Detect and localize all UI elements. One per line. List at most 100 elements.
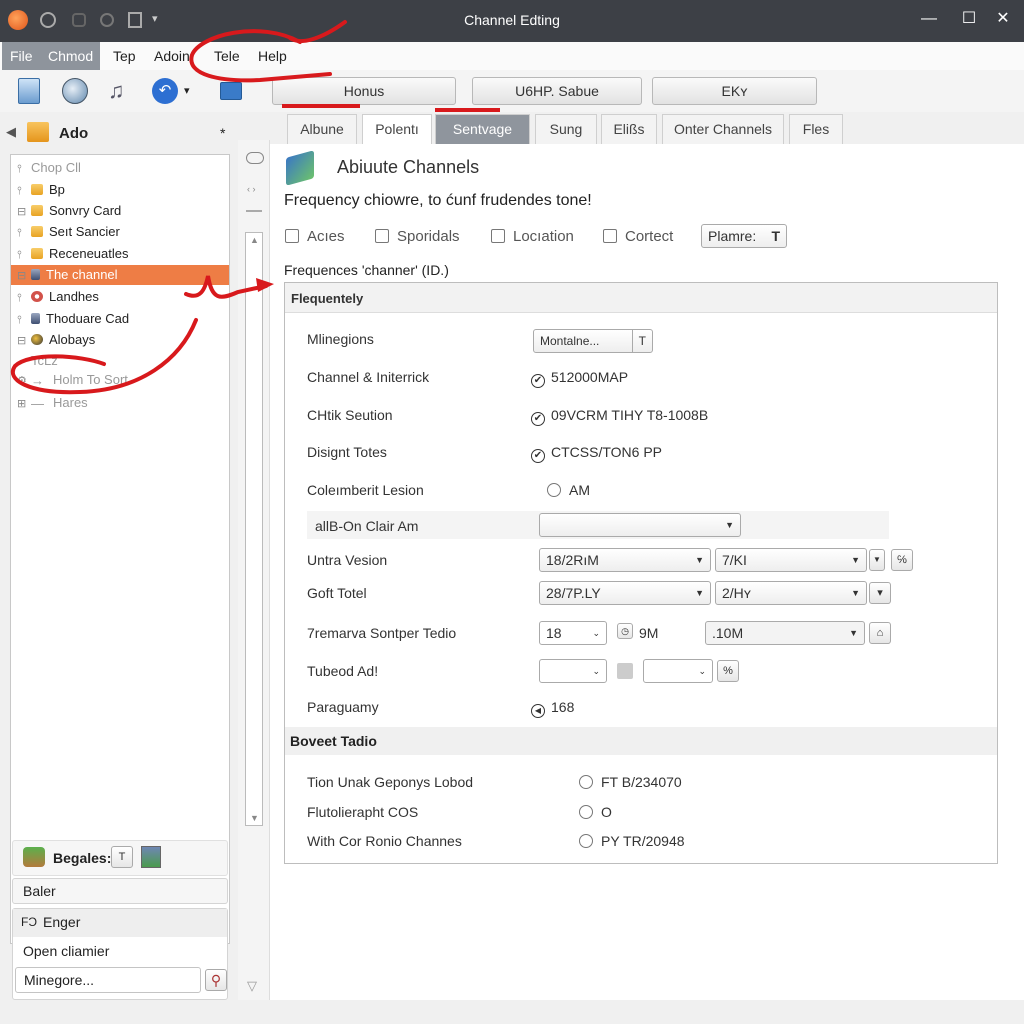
expander-icon[interactable]: ⫯ — [17, 181, 31, 201]
remarva-10m-select[interactable]: .10M ▼ — [705, 621, 865, 645]
honus-button[interactable]: Honus — [272, 77, 456, 105]
expander-icon[interactable]: ⊟ — [17, 331, 31, 351]
tubeod-select-2[interactable]: ⌄ — [643, 659, 713, 683]
untra-vesion-select-2[interactable]: 7/KI ▼ — [715, 548, 867, 572]
back-arrow-icon[interactable]: ↶ — [152, 78, 178, 104]
vertical-scrollbar[interactable]: ▲ ▼ — [245, 232, 263, 826]
checkbox[interactable] — [603, 229, 617, 243]
radio-icon[interactable] — [579, 775, 593, 789]
untra-percent-button[interactable]: ℅ — [891, 549, 913, 571]
menu-tele[interactable]: Tele — [206, 42, 248, 70]
sabue-button[interactable]: U6HP. Sabue — [472, 77, 642, 105]
tree-item[interactable]: ⚙ → Holm To Sort — [11, 370, 229, 390]
filter-cortect[interactable]: Cortect — [603, 228, 673, 245]
tab-polenti[interactable]: Polentı — [362, 114, 432, 144]
boveet-radio-3[interactable]: PY TR/20948 — [579, 833, 685, 849]
tab-sung[interactable]: Sung — [535, 114, 597, 144]
text-format-button[interactable]: T — [111, 846, 133, 868]
checkbox[interactable] — [285, 229, 299, 243]
tubeod-percent-button[interactable]: % — [717, 660, 739, 682]
expander-icon[interactable]: ⫯ — [17, 223, 31, 243]
boveet-radio-2[interactable]: O — [579, 804, 612, 820]
chtik-seution-value[interactable]: ✔ 09VCRM TIHY T8-1008B — [531, 407, 708, 426]
menu-help[interactable]: Help — [250, 42, 295, 70]
minegore-input[interactable]: Minegore... — [15, 967, 201, 993]
channel-interrick-value[interactable]: ✔ 512000MAP — [531, 369, 628, 388]
tab-sentvage[interactable]: Sentvage — [435, 114, 530, 144]
tab-eliss[interactable]: Elißs — [601, 114, 657, 144]
tree-item[interactable]: ⫯ Receneuatles — [11, 244, 229, 264]
expander-icon[interactable]: ⊞ — [17, 394, 31, 414]
search-icon[interactable]: ⚲ — [205, 969, 227, 991]
expand-collapse-icon[interactable]: ‹ › — [247, 184, 256, 194]
goft-totel-select-1[interactable]: 28/7P.LY ▼ — [539, 581, 711, 605]
checkbox[interactable] — [491, 229, 505, 243]
paraguamy-value[interactable]: ◀ 168 — [531, 699, 574, 718]
scroll-up-icon[interactable]: ▲ — [250, 235, 259, 245]
goft-filter-button[interactable]: ▾ — [869, 582, 891, 604]
expander-icon[interactable]: ⊟ — [17, 266, 31, 286]
tree-item[interactable]: ⊞ — Hares — [11, 393, 229, 413]
tree-item[interactable]: ⫯ Thoduare Cad — [11, 309, 229, 329]
expander-icon[interactable]: ⫯ — [17, 159, 31, 179]
close-button[interactable]: ✕ — [988, 8, 1018, 30]
tree-item[interactable]: ⊟ Sonvry Card — [11, 201, 229, 221]
channel-tree[interactable]: ⫯ Chop Cll ⫯ Bp ⊟ Sonvry Card ⫯ Seıt Sancier ⫯ Re… — [10, 154, 230, 944]
tree-item[interactable]: ⊟ The channel — [11, 265, 229, 285]
tab-onter-channels[interactable]: Onter Channels — [662, 114, 784, 144]
tree-item[interactable]: TcLz — [11, 351, 229, 371]
pin-icon[interactable]: * — [220, 125, 225, 141]
back-arrow[interactable]: ◀ — [6, 124, 16, 140]
goft-totel-select-2[interactable]: 2/Hʏ ▼ — [715, 581, 867, 605]
cloud-icon[interactable] — [246, 152, 264, 164]
checkbox[interactable] — [375, 229, 389, 243]
boveet-radio-1[interactable]: FT B/234070 — [579, 774, 682, 790]
expander-icon[interactable]: ⊟ — [17, 202, 31, 222]
enger-row[interactable]: FƆ Enger — [13, 909, 227, 937]
filter-sporidals[interactable]: Sporidals — [375, 228, 460, 245]
tree-item[interactable]: ⫯ Bp — [11, 180, 229, 200]
plamre-button[interactable]: T — [771, 225, 780, 247]
open-claimer-item[interactable]: Open cliamier — [23, 943, 109, 959]
expander-icon[interactable]: ⫯ — [17, 288, 31, 308]
tree-item[interactable]: ⫯ Chop Cll — [11, 158, 229, 178]
scroll-down-icon[interactable]: ▼ — [250, 813, 259, 823]
remarva-lock-button[interactable]: ⌂ — [869, 622, 891, 644]
filter-location[interactable]: Locıation — [491, 228, 574, 245]
baler-field[interactable]: Baler — [12, 878, 228, 904]
eky-button[interactable]: EKʏ — [652, 77, 817, 105]
radio-icon[interactable] — [579, 834, 593, 848]
tree-item[interactable]: ⫯ Landhes — [11, 287, 229, 307]
am-radio[interactable]: AM — [547, 482, 590, 498]
image-icon[interactable] — [141, 846, 161, 868]
tree-item[interactable]: ⊟ Alobays — [11, 330, 229, 350]
disignt-totes-value[interactable]: ✔ CTCSS/TON6 PP — [531, 444, 662, 463]
remarva-select[interactable]: 18 ⌄ — [539, 621, 607, 645]
select-button[interactable]: T — [631, 330, 646, 352]
expander-icon[interactable]: ⚙ — [17, 371, 31, 391]
radio-icon[interactable] — [547, 483, 561, 497]
plamre-dropdown[interactable]: Plamre: T — [701, 224, 787, 248]
music-icon[interactable]: ♫ — [108, 78, 134, 104]
tree-item[interactable]: ⫯ Seıt Sancier — [11, 222, 229, 242]
radio-icon[interactable] — [579, 805, 593, 819]
maximize-button[interactable]: ☐ — [954, 8, 984, 30]
window-icon[interactable] — [220, 82, 242, 100]
untra-vesion-select-1[interactable]: 18/2RıM ▼ — [539, 548, 711, 572]
allb-on-select[interactable]: ▼ — [539, 513, 741, 537]
edit-icon[interactable] — [617, 663, 633, 679]
strip-down-arrow-icon[interactable]: ▽ — [247, 978, 257, 994]
clock-icon[interactable]: ◷ — [617, 623, 633, 639]
menu-file[interactable]: File — [2, 42, 40, 70]
filter-acies[interactable]: Acıes — [285, 228, 345, 245]
untra-dropdown-button[interactable]: ▼ — [869, 549, 885, 571]
globe-icon[interactable] — [62, 78, 88, 104]
tubeod-select-1[interactable]: ⌄ — [539, 659, 607, 683]
device-icon[interactable] — [18, 78, 40, 104]
menu-adoin[interactable]: Adoin — [146, 42, 198, 70]
minimize-button[interactable]: — — [914, 8, 944, 30]
expander-icon[interactable]: ⫯ — [17, 245, 31, 265]
menu-chmod[interactable]: Chmod — [40, 42, 100, 70]
tab-albune[interactable]: Albune — [287, 114, 357, 144]
back-dropdown-icon[interactable]: ▾ — [184, 78, 198, 104]
